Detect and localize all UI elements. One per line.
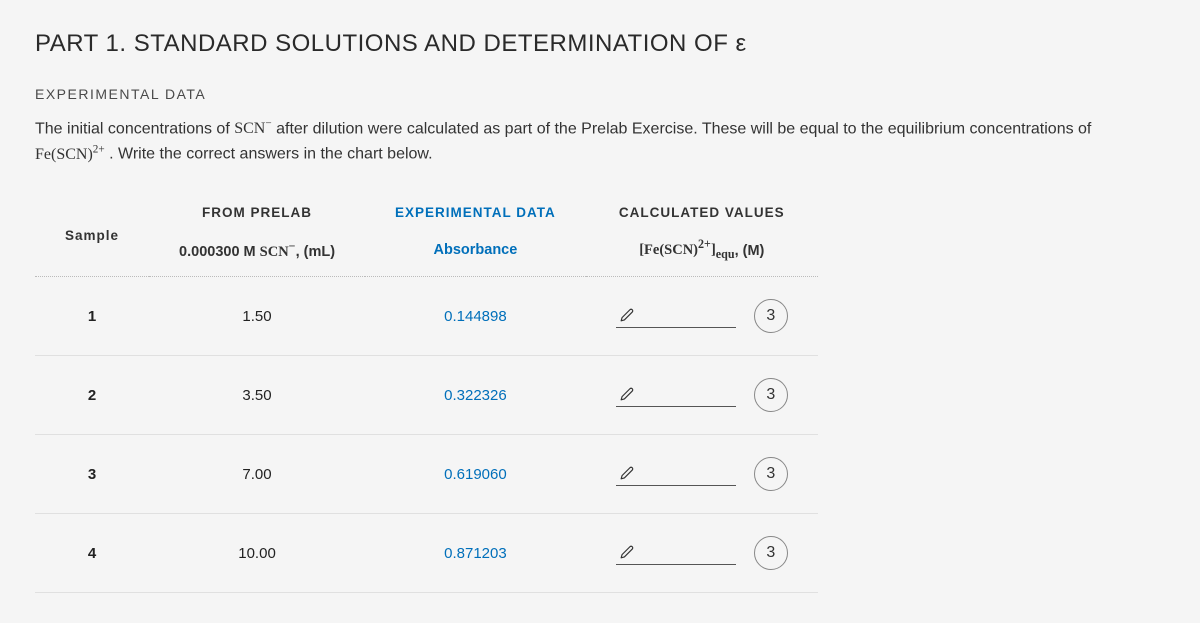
calculated-cell: 3 bbox=[586, 356, 818, 435]
intro-text-2: after dilution were calculated as part o… bbox=[276, 120, 1091, 137]
absorbance-cell: 0.871203 bbox=[365, 514, 586, 593]
col-group-calculated: CALCULATED VALUES bbox=[586, 195, 818, 230]
col-sub-prelab-species: SCN− bbox=[260, 244, 296, 260]
calculated-cell: 3 bbox=[586, 435, 818, 514]
table-row: 410.000.871203 3 bbox=[35, 514, 818, 593]
intro-species-fescn: Fe(SCN)2+ bbox=[35, 146, 105, 163]
table-body: 11.500.144898323.500.322326337.000.61906… bbox=[35, 277, 818, 593]
col-sub-calc-suffix: , (M) bbox=[735, 242, 765, 258]
section-subheader: EXPERIMENTAL DATA bbox=[35, 86, 1165, 102]
calculated-cell: 3 bbox=[586, 514, 818, 593]
attempts-badge: 3 bbox=[754, 299, 788, 333]
attempts-badge: 3 bbox=[754, 378, 788, 412]
col-sub-prelab-suffix: , (mL) bbox=[296, 244, 335, 260]
table-row: 11.500.144898 3 bbox=[35, 277, 818, 356]
col-sub-absorbance: Absorbance bbox=[365, 230, 586, 277]
prelab-cell: 3.50 bbox=[149, 356, 365, 435]
sample-cell: 3 bbox=[35, 435, 149, 514]
calc-cell-wrap: 3 bbox=[616, 457, 788, 491]
calc-input[interactable] bbox=[616, 541, 736, 565]
calc-input[interactable] bbox=[616, 462, 736, 486]
sample-cell: 1 bbox=[35, 277, 149, 356]
prelab-cell: 1.50 bbox=[149, 277, 365, 356]
intro-paragraph: The initial concentrations of SCN− after… bbox=[35, 116, 1165, 167]
page-title-text: PART 1. STANDARD SOLUTIONS AND DETERMINA… bbox=[35, 30, 747, 57]
data-table: Sample FROM PRELAB EXPERIMENTAL DATA CAL… bbox=[35, 195, 818, 594]
calc-cell-wrap: 3 bbox=[616, 299, 788, 333]
calc-input[interactable] bbox=[616, 383, 736, 407]
pencil-icon bbox=[620, 466, 634, 480]
intro-species-scn: SCN− bbox=[234, 120, 271, 137]
col-sub-calculated: [Fe(SCN)2+]equ, (M) bbox=[586, 230, 818, 277]
page-title: PART 1. STANDARD SOLUTIONS AND DETERMINA… bbox=[35, 30, 1165, 58]
absorbance-cell: 0.619060 bbox=[365, 435, 586, 514]
col-group-experimental: EXPERIMENTAL DATA bbox=[365, 195, 586, 230]
calculated-cell: 3 bbox=[586, 277, 818, 356]
sample-cell: 2 bbox=[35, 356, 149, 435]
absorbance-cell: 0.322326 bbox=[365, 356, 586, 435]
pencil-icon bbox=[620, 545, 634, 559]
col-sub-prelab: 0.000300 M SCN−, (mL) bbox=[149, 230, 365, 277]
calc-cell-wrap: 3 bbox=[616, 536, 788, 570]
col-group-prelab: FROM PRELAB bbox=[149, 195, 365, 230]
calc-cell-wrap: 3 bbox=[616, 378, 788, 412]
attempts-badge: 3 bbox=[754, 536, 788, 570]
intro-text-3: . Write the correct answers in the chart… bbox=[109, 146, 432, 163]
intro-text-1: The initial concentrations of bbox=[35, 120, 234, 137]
table-row: 23.500.322326 3 bbox=[35, 356, 818, 435]
col-sub-prelab-prefix: 0.000300 M bbox=[179, 244, 260, 260]
col-sub-calc-species: [Fe(SCN)2+]equ bbox=[639, 242, 734, 258]
attempts-badge: 3 bbox=[754, 457, 788, 491]
absorbance-cell: 0.144898 bbox=[365, 277, 586, 356]
table-row: 37.000.6190603 bbox=[35, 435, 818, 514]
sample-cell: 4 bbox=[35, 514, 149, 593]
prelab-cell: 7.00 bbox=[149, 435, 365, 514]
calc-input[interactable] bbox=[616, 304, 736, 328]
pencil-icon bbox=[620, 387, 634, 401]
pencil-icon bbox=[620, 308, 634, 322]
col-header-sample: Sample bbox=[35, 195, 149, 277]
prelab-cell: 10.00 bbox=[149, 514, 365, 593]
